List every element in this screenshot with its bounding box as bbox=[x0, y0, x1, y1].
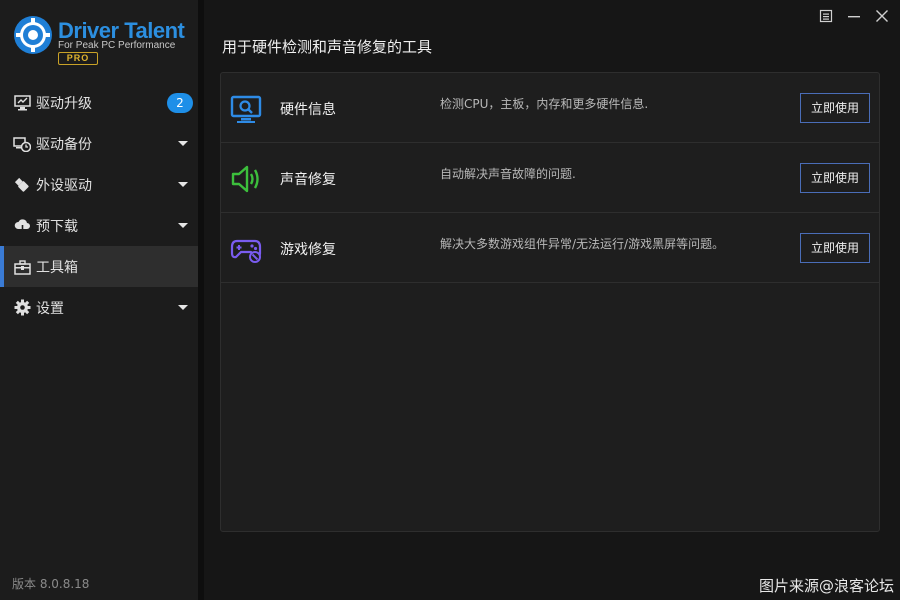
tool-row-hardware-info: 硬件信息 检测CPU，主板，内存和更多硬件信息. 立即使用 bbox=[221, 73, 879, 143]
sidebar-item-predownload[interactable]: 预下载 bbox=[0, 205, 198, 246]
use-now-button[interactable]: 立即使用 bbox=[800, 163, 870, 193]
sidebar-item-driver-backup[interactable]: 驱动备份 bbox=[0, 123, 198, 164]
use-now-button[interactable]: 立即使用 bbox=[800, 233, 870, 263]
tool-description: 自动解决声音故障的问题. bbox=[440, 167, 576, 181]
gamepad-icon bbox=[230, 239, 262, 263]
hardware-monitor-icon bbox=[230, 95, 262, 123]
tool-description: 检测CPU，主板，内存和更多硬件信息. bbox=[440, 97, 649, 111]
sidebar-item-settings[interactable]: 设置 bbox=[0, 287, 198, 328]
sidebar-nav: 驱动升级 2 驱动备份 外设驱动 预下载 工具箱 设置 bbox=[0, 82, 198, 328]
chevron-down-icon[interactable] bbox=[178, 223, 188, 228]
page-title: 用于硬件检测和声音修复的工具 bbox=[222, 38, 433, 56]
logo-gear-icon bbox=[14, 16, 52, 54]
toolbox-icon bbox=[13, 258, 31, 276]
sidebar-item-label: 外设驱动 bbox=[36, 177, 92, 194]
monitor-upgrade-icon bbox=[13, 94, 31, 112]
sidebar-item-driver-upgrade[interactable]: 驱动升级 2 bbox=[0, 82, 198, 123]
chevron-down-icon[interactable] bbox=[178, 305, 188, 310]
gear-icon bbox=[13, 299, 31, 317]
sidebar-divider bbox=[198, 0, 204, 600]
update-count-badge: 2 bbox=[167, 93, 193, 113]
sidebar-item-label: 预下载 bbox=[36, 218, 78, 235]
cloud-download-icon bbox=[13, 217, 31, 235]
speaker-icon bbox=[231, 165, 259, 193]
sidebar-item-label: 工具箱 bbox=[36, 259, 78, 276]
chevron-down-icon[interactable] bbox=[178, 182, 188, 187]
menu-icon[interactable] bbox=[818, 8, 834, 24]
sidebar-item-label: 驱动备份 bbox=[36, 136, 92, 153]
backup-clock-icon bbox=[13, 135, 31, 153]
sidebar-item-toolbox[interactable]: 工具箱 bbox=[0, 246, 198, 287]
use-now-button[interactable]: 立即使用 bbox=[800, 93, 870, 123]
close-icon[interactable] bbox=[874, 8, 890, 24]
sidebar-item-label: 驱动升级 bbox=[36, 95, 92, 112]
app-logo: Driver Talent For Peak PC Performance PR… bbox=[12, 14, 192, 68]
watermark-text: 图片来源@浪客论坛 bbox=[758, 577, 894, 595]
pro-badge: PRO bbox=[58, 52, 98, 65]
chevron-down-icon[interactable] bbox=[178, 141, 188, 146]
tool-name: 声音修复 bbox=[280, 172, 336, 188]
minimize-icon[interactable] bbox=[846, 8, 862, 24]
tool-row-game-repair: 游戏修复 解决大多数游戏组件异常/无法运行/游戏黑屏等问题。 立即使用 bbox=[221, 213, 879, 283]
tool-name: 游戏修复 bbox=[280, 242, 336, 258]
sidebar: Driver Talent For Peak PC Performance PR… bbox=[0, 0, 198, 600]
version-label: 版本 8.0.8.18 bbox=[12, 577, 90, 591]
sidebar-item-label: 设置 bbox=[36, 300, 64, 317]
tool-row-sound-repair: 声音修复 自动解决声音故障的问题. 立即使用 bbox=[221, 143, 879, 213]
tools-panel: 硬件信息 检测CPU，主板，内存和更多硬件信息. 立即使用 声音修复 自动解决声… bbox=[220, 72, 880, 532]
tool-name: 硬件信息 bbox=[280, 102, 336, 118]
tool-description: 解决大多数游戏组件异常/无法运行/游戏黑屏等问题。 bbox=[440, 237, 725, 251]
sidebar-item-peripheral-drivers[interactable]: 外设驱动 bbox=[0, 164, 198, 205]
logo-subtitle: For Peak PC Performance bbox=[58, 40, 176, 51]
usb-plug-icon bbox=[13, 176, 31, 194]
